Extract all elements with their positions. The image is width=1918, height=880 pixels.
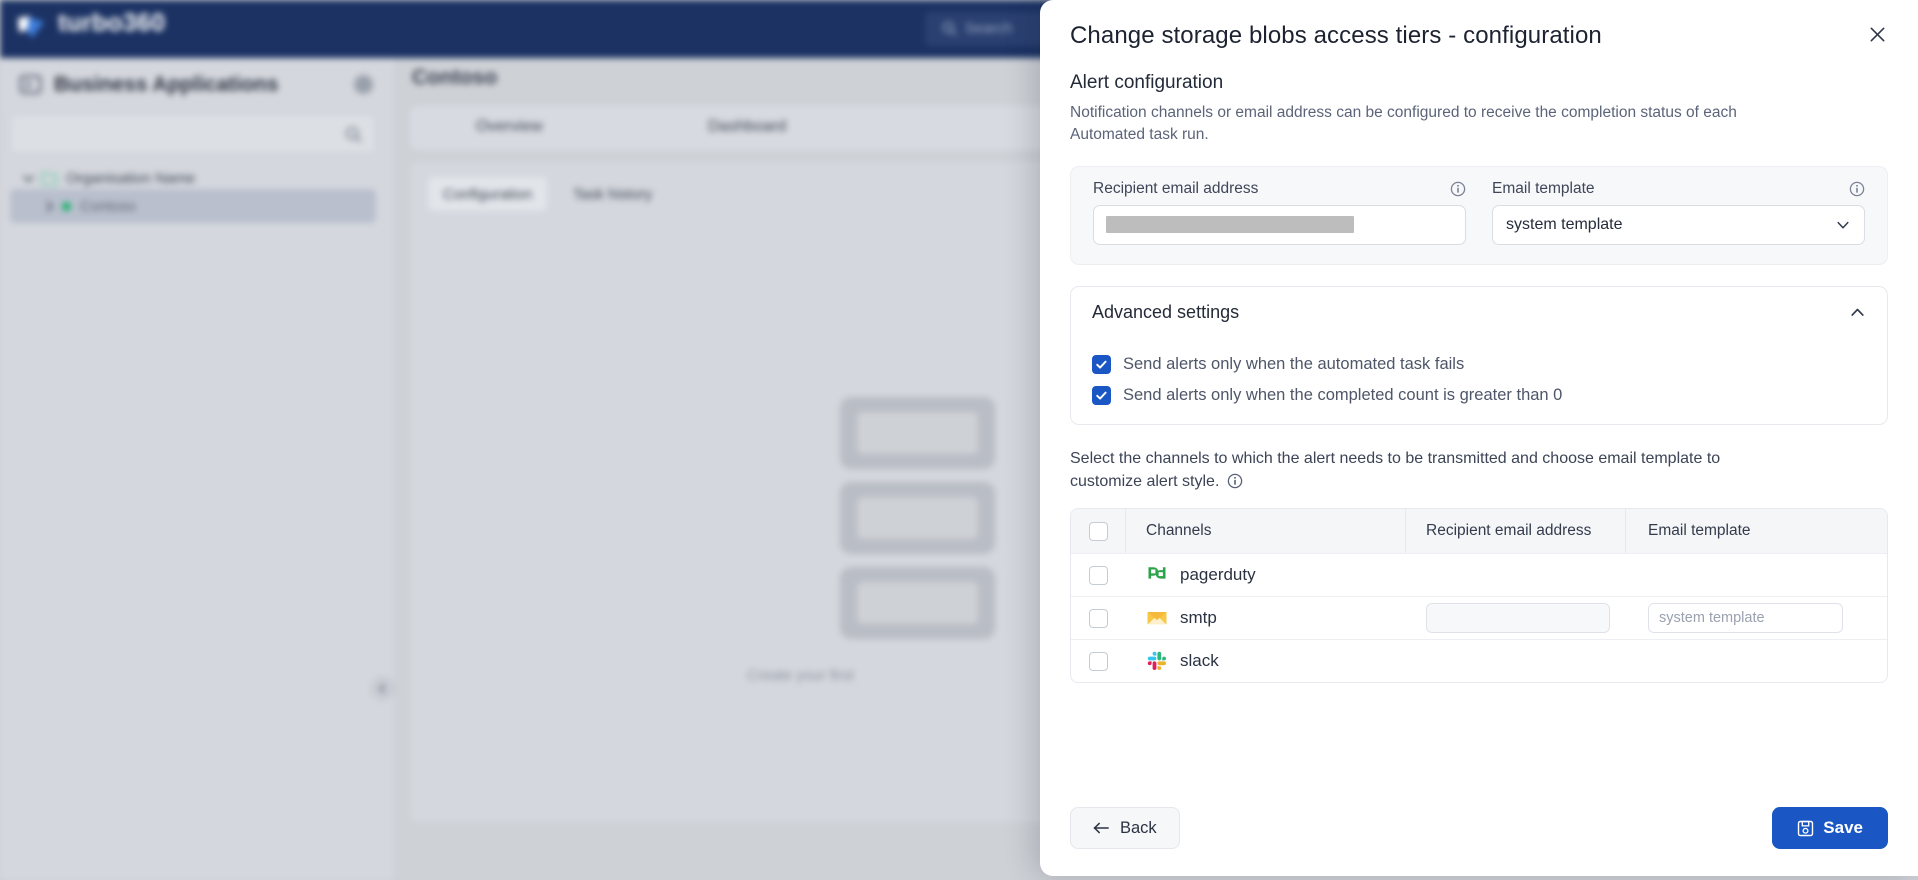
- table-header-row: Channels Recipient email address Email t…: [1071, 509, 1887, 554]
- placeholder-card: [840, 397, 995, 469]
- table-row: slack: [1071, 639, 1887, 682]
- row-recipient-email-input[interactable]: [1426, 603, 1610, 634]
- table-row: smtp system template: [1071, 596, 1887, 639]
- placeholder-card: [840, 567, 995, 639]
- checkbox-select-all[interactable]: [1088, 521, 1108, 541]
- select-all-cell: [1071, 509, 1126, 554]
- search-icon: [942, 21, 957, 36]
- info-icon[interactable]: [1227, 473, 1243, 489]
- alert-configuration-title: Alert configuration: [1070, 72, 1224, 93]
- chevron-down-icon: [22, 172, 35, 185]
- folder-icon: [41, 171, 58, 186]
- email-template-label: Email template: [1492, 179, 1595, 197]
- channel-name: pagerduty: [1180, 565, 1256, 585]
- business-applications-icon: [18, 72, 43, 97]
- channels-table: Channels Recipient email address Email t…: [1070, 508, 1888, 684]
- tab-overview[interactable]: Overview: [476, 118, 543, 136]
- sidebar-search-input[interactable]: [10, 114, 376, 154]
- sidebar: Business Applications Organisation Name …: [0, 58, 396, 880]
- configuration-modal: Change storage blobs access tiers - conf…: [1040, 0, 1918, 876]
- sidebar-header-label: Business Applications: [54, 72, 279, 96]
- checkbox-label: Send alerts only when the completed coun…: [1123, 385, 1563, 404]
- info-icon[interactable]: [1849, 181, 1865, 197]
- sidebar-collapse-button[interactable]: [370, 676, 395, 701]
- column-recipient-email: Recipient email address: [1406, 509, 1626, 554]
- advanced-option-row: Send alerts only when the completed coun…: [1092, 385, 1866, 405]
- info-icon[interactable]: [1450, 181, 1466, 197]
- table-row: pagerduty: [1071, 553, 1887, 596]
- chevron-down-icon: [1835, 217, 1851, 233]
- email-template-field-group: Email template system template: [1492, 180, 1865, 245]
- modal-body: Alert configuration Notification channel…: [1040, 58, 1918, 780]
- turbo360-logo-icon: [14, 12, 48, 44]
- save-disk-icon: [1797, 820, 1814, 837]
- alert-fields-card: Recipient email address Email template s…: [1070, 165, 1888, 265]
- back-button[interactable]: Back: [1070, 807, 1180, 849]
- empty-state-text: Create your first: [747, 667, 854, 684]
- checkbox-label: Send alerts only when the automated task…: [1123, 354, 1465, 373]
- recipient-email-field-group: Recipient email address: [1093, 180, 1466, 245]
- page-title: Contoso: [412, 66, 498, 89]
- checkbox-channel-slack[interactable]: [1089, 651, 1108, 671]
- modal-header: Change storage blobs access tiers - conf…: [1040, 0, 1918, 58]
- checkbox-task-fails[interactable]: [1092, 354, 1111, 374]
- email-template-select[interactable]: system template: [1492, 204, 1865, 245]
- email-template-selected-value: system template: [1506, 215, 1623, 233]
- modal-title: Change storage blobs access tiers - conf…: [1070, 22, 1602, 49]
- global-search-placeholder: Search: [965, 20, 1013, 37]
- advanced-settings-toggle[interactable]: Advanced settings: [1071, 287, 1887, 339]
- modal-footer: Back Save: [1040, 780, 1918, 876]
- brand-title: turbo360: [58, 9, 166, 37]
- sidebar-tree-item-contoso[interactable]: Contoso: [10, 189, 376, 223]
- recipient-email-label: Recipient email address: [1093, 179, 1259, 197]
- status-dot-icon: [62, 201, 71, 211]
- advanced-settings-card: Advanced settings Send alerts only when …: [1070, 285, 1888, 425]
- arrow-left-icon: [1093, 821, 1110, 835]
- sidebar-header: Business Applications: [18, 72, 278, 97]
- smtp-icon: [1146, 607, 1168, 629]
- channel-name: slack: [1180, 651, 1219, 671]
- channels-description: Select the channels to which the alert n…: [1070, 447, 1742, 493]
- alert-configuration-description: Notification channels or email address c…: [1070, 104, 1737, 144]
- row-email-template-input[interactable]: system template: [1648, 603, 1843, 634]
- gear-icon[interactable]: [354, 75, 373, 94]
- save-button[interactable]: Save: [1772, 807, 1888, 849]
- slack-icon: [1146, 650, 1168, 672]
- column-email-template: Email template: [1648, 522, 1751, 540]
- column-channels: Channels: [1126, 509, 1406, 554]
- checkbox-channel-pagerduty[interactable]: [1089, 565, 1108, 585]
- advanced-settings-body: Send alerts only when the automated task…: [1071, 339, 1887, 424]
- chevron-up-icon: [1849, 304, 1866, 321]
- close-icon[interactable]: [1863, 20, 1891, 48]
- back-button-label: Back: [1120, 818, 1157, 837]
- channels-description-text: Select the channels to which the alert n…: [1070, 449, 1721, 491]
- chevron-right-icon: [43, 200, 56, 213]
- tab-configuration[interactable]: Configuration: [428, 177, 548, 211]
- checkbox-channel-smtp[interactable]: [1089, 608, 1108, 628]
- save-button-label: Save: [1823, 818, 1863, 837]
- advanced-settings-title: Advanced settings: [1092, 302, 1240, 323]
- sidebar-tree-label: Organisation Name: [66, 169, 196, 187]
- placeholder-card: [840, 482, 995, 554]
- tab-task-history[interactable]: Task history: [558, 177, 667, 211]
- channel-name: smtp: [1180, 608, 1217, 628]
- redacted-value: [1106, 216, 1354, 234]
- screen-root: turbo360 Search Business Applications Or…: [0, 0, 1918, 880]
- sidebar-tree-label: Contoso: [80, 197, 136, 215]
- recipient-email-input[interactable]: [1093, 204, 1466, 245]
- row-email-template-placeholder: system template: [1659, 610, 1765, 627]
- checkbox-completed-count[interactable]: [1092, 385, 1111, 405]
- advanced-option-row: Send alerts only when the automated task…: [1092, 354, 1866, 374]
- pagerduty-icon: [1146, 564, 1168, 586]
- tab-dashboard[interactable]: Dashboard: [708, 118, 786, 136]
- search-icon: [345, 126, 362, 143]
